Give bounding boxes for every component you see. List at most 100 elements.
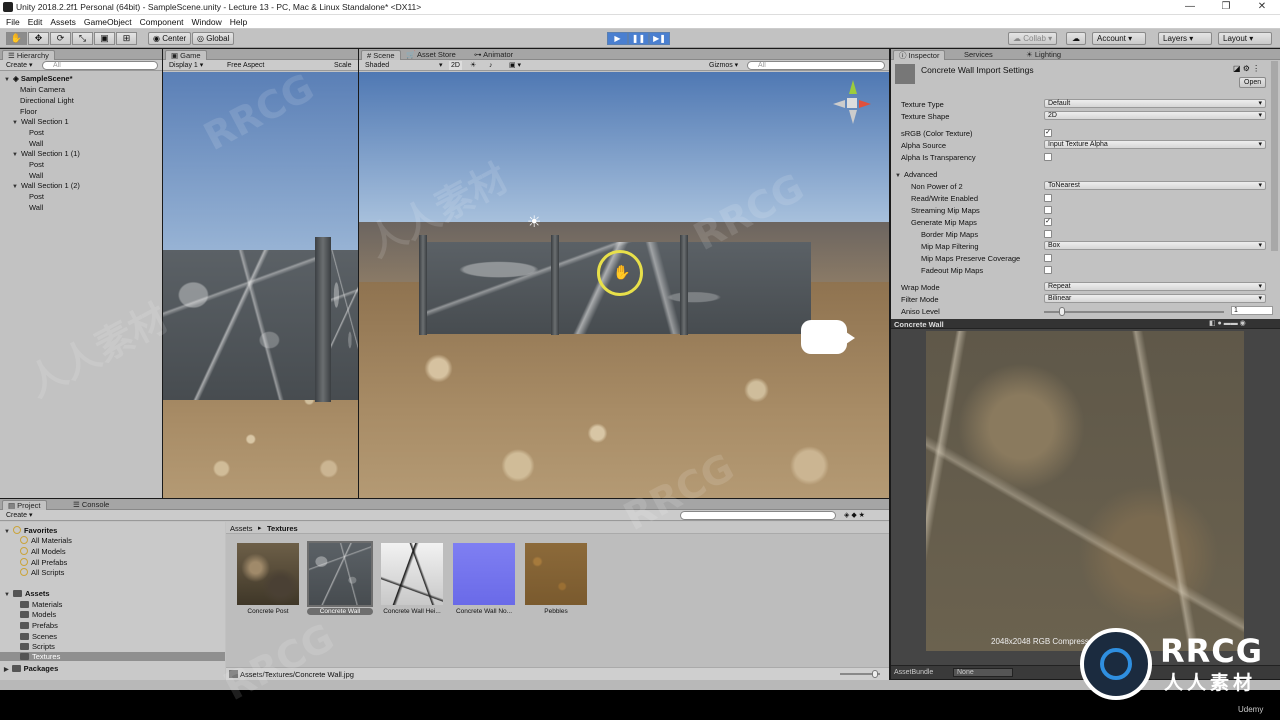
alpha-transparency-checkbox[interactable] <box>1044 153 1052 161</box>
layout-dropdown[interactable]: Layout ▾ <box>1218 32 1272 45</box>
gizmos-dropdown[interactable]: Gizmos ▾ <box>709 61 738 70</box>
expand-triangle-icon[interactable]: ▼ <box>895 173 901 179</box>
open-button[interactable]: Open <box>1239 77 1267 88</box>
aniso-slider-thumb[interactable] <box>1059 307 1065 316</box>
hierarchy-item[interactable]: ▼ Wall Section 1 <box>12 117 69 126</box>
step-button[interactable]: ▶❚ <box>649 32 670 45</box>
thumbnail-size-thumb[interactable] <box>872 670 878 678</box>
orientation-gizmo[interactable] <box>833 80 873 128</box>
shading-dropdown[interactable]: Shaded <box>365 61 389 70</box>
mip-coverage-checkbox[interactable] <box>1044 254 1052 262</box>
aniso-slider-track[interactable] <box>1044 311 1224 313</box>
lighting-toggle-icon[interactable]: ☀ <box>470 61 476 70</box>
favorite-item[interactable]: All Models <box>20 547 66 556</box>
minimize-button[interactable]: — <box>1172 0 1208 15</box>
tab-game[interactable]: ▣ Game <box>165 50 207 60</box>
texture-shape-select[interactable]: 2D <box>1044 111 1266 120</box>
global-button[interactable]: ◎ Global <box>192 32 235 45</box>
display-dropdown[interactable]: Display 1 ▾ <box>169 61 203 70</box>
asset-item[interactable]: Pebbles <box>523 543 589 615</box>
expand-triangle-icon[interactable]: ▼ <box>12 184 18 190</box>
tab-hierarchy[interactable]: ☰ Hierarchy <box>2 50 55 60</box>
aniso-value-field[interactable]: 1 <box>1231 306 1273 315</box>
hierarchy-search-input[interactable]: All <box>42 61 158 70</box>
camera-gizmo-icon[interactable] <box>801 320 847 354</box>
assetbundle-dropdown[interactable]: None <box>953 668 1013 677</box>
srgb-checkbox[interactable]: ✓ <box>1044 129 1052 137</box>
hierarchy-item[interactable]: ▼ Wall Section 1 (2) <box>12 181 80 190</box>
expand-triangle-icon[interactable]: ▼ <box>4 592 10 598</box>
project-filter-icons[interactable]: ◈ ◆ ★ <box>844 511 865 520</box>
advanced-foldout[interactable]: ▼ Advanced <box>895 170 937 179</box>
mip-filtering-select[interactable]: Box <box>1044 241 1266 250</box>
generate-mip-checkbox[interactable]: ✓ <box>1044 218 1052 226</box>
rotate-tool-icon[interactable]: ⟳ <box>50 32 71 45</box>
hierarchy-item[interactable]: Wall <box>29 139 43 148</box>
hierarchy-item[interactable]: Main Camera <box>20 85 65 94</box>
tab-scene[interactable]: # Scene <box>361 50 401 60</box>
pause-button[interactable]: ❚❚ <box>628 32 649 45</box>
tab-inspector[interactable]: ⓘ Inspector <box>893 50 946 60</box>
gizmo-neg-x-axis[interactable] <box>833 100 845 108</box>
wrap-mode-select[interactable]: Repeat <box>1044 282 1266 291</box>
folder-item[interactable]: Scripts <box>20 642 55 651</box>
project-create-dropdown[interactable]: Create ▾ <box>6 511 32 520</box>
project-search-input[interactable] <box>680 511 836 520</box>
folder-item[interactable]: Materials <box>20 600 62 609</box>
hierarchy-item[interactable]: Directional Light <box>20 96 74 105</box>
breadcrumb-current[interactable]: Textures <box>267 524 298 533</box>
scene-viewport[interactable]: ✋ ☀ <box>359 72 889 498</box>
folder-item-selected[interactable]: Textures <box>0 652 225 661</box>
collapse-triangle-icon[interactable]: ▶ <box>4 667 9 673</box>
tab-console[interactable]: ☰ Console <box>68 500 114 510</box>
move-tool-icon[interactable]: ✥ <box>28 32 49 45</box>
asset-item[interactable]: Concrete Post <box>235 543 301 615</box>
scene-root[interactable]: ▼ ◈ SampleScene* <box>4 74 73 83</box>
hierarchy-item[interactable]: Floor <box>20 107 37 116</box>
tab-asset-store[interactable]: 🛒 Asset Store <box>401 50 461 60</box>
hierarchy-item[interactable]: Post <box>29 192 44 201</box>
scale-tool-icon[interactable]: ⤡ <box>72 32 93 45</box>
hierarchy-item[interactable]: Post <box>29 160 44 169</box>
rect-tool-icon[interactable]: ▣ <box>94 32 115 45</box>
hierarchy-item[interactable]: Post <box>29 128 44 137</box>
folder-item[interactable]: Prefabs <box>20 621 58 630</box>
hierarchy-item[interactable]: ▼ Wall Section 1 (1) <box>12 149 80 158</box>
menu-window[interactable]: Window <box>189 15 227 28</box>
game-viewport[interactable] <box>163 72 358 498</box>
gizmo-y-axis[interactable] <box>849 80 857 94</box>
menu-file[interactable]: File <box>3 15 25 28</box>
directional-light-icon[interactable]: ☀ <box>527 212 541 232</box>
hierarchy-item[interactable]: Wall <box>29 203 43 212</box>
favorite-item[interactable]: All Scripts <box>20 568 64 577</box>
npot-select[interactable]: ToNearest <box>1044 181 1266 190</box>
alpha-source-select[interactable]: Input Texture Alpha <box>1044 140 1266 149</box>
menu-gameobject[interactable]: GameObject <box>81 15 137 28</box>
filter-mode-select[interactable]: Bilinear <box>1044 294 1266 303</box>
audio-toggle-icon[interactable]: ♪ <box>489 61 493 70</box>
collab-button[interactable]: ☁ Collab ▾ <box>1008 32 1058 45</box>
maximize-button[interactable]: ❐ <box>1208 0 1244 15</box>
transform-tool-icon[interactable]: ⊞ <box>116 32 137 45</box>
gizmo-center[interactable] <box>847 98 857 108</box>
shading-chevron-icon[interactable]: ▾ <box>439 61 443 70</box>
menu-component[interactable]: Component <box>137 15 189 28</box>
menu-help[interactable]: Help <box>227 15 252 28</box>
asset-item-selected[interactable]: Concrete Wall <box>307 541 373 615</box>
folder-item[interactable]: Scenes <box>20 632 57 641</box>
assets-foldout[interactable]: ▼ Assets <box>4 589 50 598</box>
menu-assets[interactable]: Assets <box>47 15 81 28</box>
cloud-icon[interactable]: ☁ <box>1066 32 1086 45</box>
expand-triangle-icon[interactable]: ▼ <box>12 152 18 158</box>
tab-lighting[interactable]: ☀ Lighting <box>1021 50 1066 60</box>
tab-animator[interactable]: ⊶ Animator <box>469 50 518 60</box>
streaming-mip-checkbox[interactable] <box>1044 206 1052 214</box>
hierarchy-item[interactable]: Wall <box>29 171 43 180</box>
2d-toggle[interactable]: 2D <box>449 61 462 70</box>
read-write-checkbox[interactable] <box>1044 194 1052 202</box>
expand-triangle-icon[interactable]: ▼ <box>4 529 10 535</box>
favorites-foldout[interactable]: ▼ Favorites <box>4 526 57 535</box>
border-mip-checkbox[interactable] <box>1044 230 1052 238</box>
tab-project[interactable]: ▤ Project <box>2 500 47 510</box>
gizmo-neg-y-axis[interactable] <box>849 110 857 124</box>
